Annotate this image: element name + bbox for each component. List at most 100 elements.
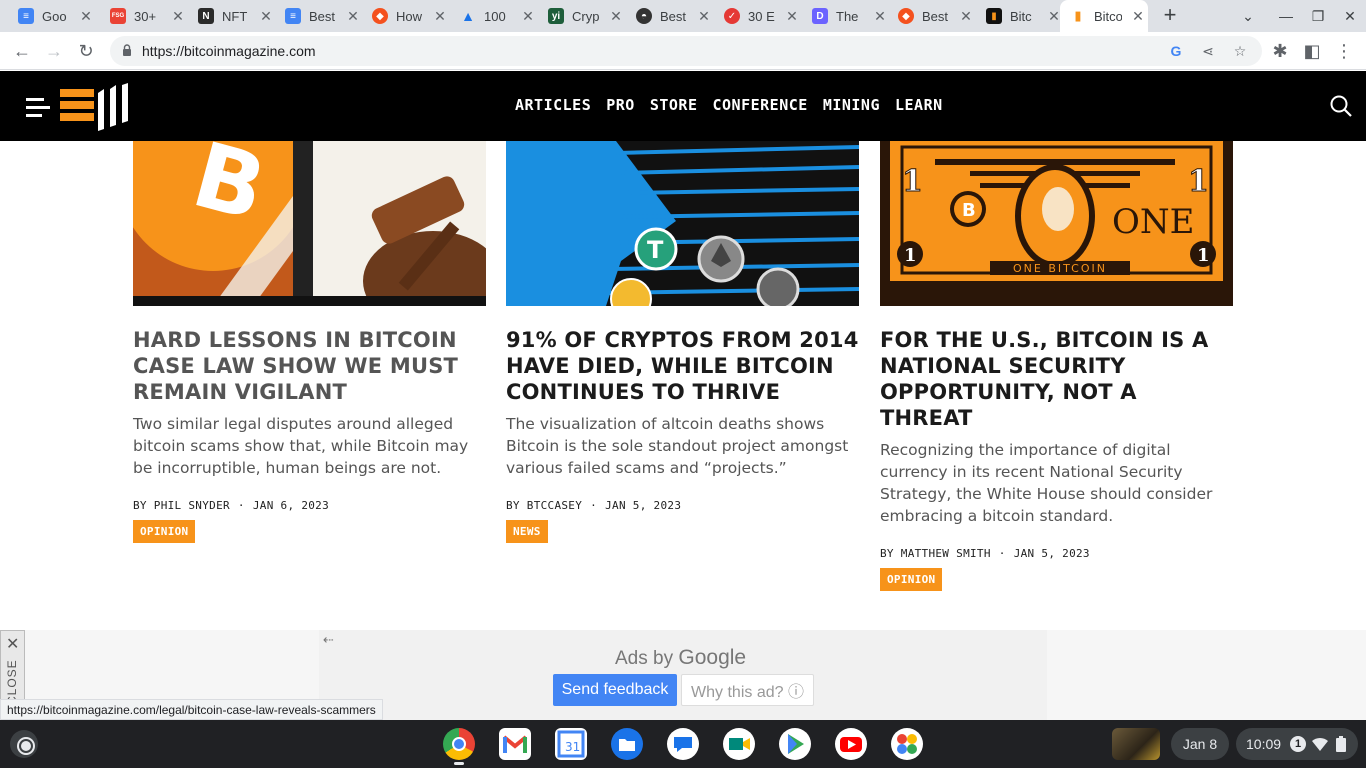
article-image[interactable]: B xyxy=(133,141,486,306)
browser-tab[interactable]: yi Cryp ✕ xyxy=(538,0,626,32)
browser-tab[interactable]: N NFT ✕ xyxy=(188,0,276,32)
tab-search-icon[interactable]: ⌄ xyxy=(1238,6,1258,26)
browser-tab[interactable]: ✓ 30 E ✕ xyxy=(714,0,802,32)
tab-title: Best xyxy=(309,8,336,24)
nav-articles[interactable]: ARTICLES xyxy=(515,96,591,114)
forward-icon[interactable]: → xyxy=(43,40,65,62)
category-badge[interactable]: OPINION xyxy=(880,568,943,591)
category-badge[interactable]: NEWS xyxy=(506,520,548,543)
back-icon[interactable]: ← xyxy=(11,40,33,62)
nav-learn[interactable]: LEARN xyxy=(895,96,943,114)
close-window-icon[interactable]: ✕ xyxy=(1340,6,1360,26)
ad-frame: ⇠ Ads by Google Send feedback Why this a… xyxy=(319,630,1047,720)
article-image[interactable]: 1 1 B ONE 1 1 ONE BITCOIN xyxy=(880,141,1233,306)
ad-close-tab[interactable]: ✕ CLOSE xyxy=(0,630,25,705)
google-wordmark: Google xyxy=(678,646,747,669)
browser-tab[interactable]: D The ✕ xyxy=(802,0,890,32)
browser-tab[interactable]: FSG 30+ ✕ xyxy=(100,0,188,32)
hamburger-menu-icon[interactable] xyxy=(26,98,50,117)
browser-tab[interactable]: ▲ 100 ✕ xyxy=(450,0,538,32)
calendar-icon[interactable]: 31 xyxy=(555,728,587,760)
bitcoin-magazine-logo[interactable] xyxy=(60,83,130,131)
article-excerpt: The visualization of altcoin deaths show… xyxy=(506,415,849,477)
article-title[interactable]: 91% OF CRYPTOS FROM 2014 HAVE DIED, WHIL… xyxy=(506,327,859,405)
holding-space-thumbnail[interactable] xyxy=(1112,728,1160,760)
share-icon[interactable]: ⋖ xyxy=(1200,43,1216,59)
youtube-icon[interactable] xyxy=(835,728,867,760)
article-title[interactable]: FOR THE U.S., BITCOIN IS A NATIONAL SECU… xyxy=(880,327,1233,431)
address-bar[interactable]: https://bitcoinmagazine.com G ⋖ ☆ xyxy=(110,36,1262,66)
close-icon[interactable]: ✕ xyxy=(520,8,536,25)
tab-title: 30+ xyxy=(134,8,157,24)
launcher-icon[interactable] xyxy=(10,730,38,758)
browser-tab[interactable]: ▮ Bitc ✕ xyxy=(976,0,1064,32)
tab-title: Goo xyxy=(42,8,67,24)
system-tray[interactable]: 10:09 1 xyxy=(1236,728,1358,760)
browser-tab[interactable]: ◆ How ✕ xyxy=(362,0,450,32)
article-author[interactable]: BY BTCCASEY xyxy=(506,499,582,512)
category-badge[interactable]: OPINION xyxy=(133,520,196,543)
close-icon[interactable]: ✕ xyxy=(696,8,712,25)
minimize-icon[interactable]: — xyxy=(1276,6,1296,26)
browser-tab[interactable]: ≡ Best ✕ xyxy=(275,0,363,32)
close-icon[interactable]: ✕ xyxy=(258,8,274,25)
lock-icon[interactable] xyxy=(122,44,132,56)
files-icon[interactable] xyxy=(611,728,643,760)
article-card[interactable]: 1 1 B ONE 1 1 ONE BITCOIN FOR THE U.S., … xyxy=(880,141,1233,591)
close-icon[interactable]: ✕ xyxy=(78,8,94,25)
restore-icon[interactable]: ❐ xyxy=(1308,6,1328,26)
meet-icon[interactable] xyxy=(723,728,755,760)
send-feedback-button[interactable]: Send feedback xyxy=(553,674,677,706)
why-this-ad-button[interactable]: Why this ad? ⓘ xyxy=(681,674,814,706)
article-card[interactable]: T 91% OF CRYPTOS FROM 2014 HAVE DIED, WH… xyxy=(506,141,859,543)
close-icon[interactable]: ✕ xyxy=(784,8,800,25)
browser-tab-active[interactable]: ▮ Bitco ✕ xyxy=(1060,0,1148,32)
extensions-icon[interactable]: ✱ xyxy=(1269,40,1291,62)
wifi-icon xyxy=(1312,737,1328,751)
article-excerpt: Recognizing the importance of digital cu… xyxy=(880,441,1213,525)
close-icon[interactable]: ✕ xyxy=(872,8,888,25)
analytics-icon: ▲ xyxy=(461,8,475,24)
browser-tab[interactable]: ◆ Best ✕ xyxy=(888,0,976,32)
search-icon[interactable] xyxy=(1330,95,1352,117)
nav-store[interactable]: STORE xyxy=(650,96,698,114)
close-icon[interactable]: ✕ xyxy=(345,8,361,25)
nav-mining[interactable]: MINING xyxy=(823,96,880,114)
tab-title: The xyxy=(836,8,859,24)
site-header: ARTICLES PRO STORE CONFERENCE MINING LEA… xyxy=(0,71,1366,141)
browser-tab[interactable]: ◓ Best ✕ xyxy=(626,0,714,32)
link-status-bubble: https://bitcoinmagazine.com/legal/bitcoi… xyxy=(0,699,383,720)
ad-back-arrow-icon[interactable]: ⇠ xyxy=(323,632,334,648)
play-store-icon[interactable] xyxy=(779,728,811,760)
nav-pro[interactable]: PRO xyxy=(606,96,635,114)
photos-icon[interactable] xyxy=(891,728,923,760)
flame-icon: ◆ xyxy=(372,8,388,24)
article-title[interactable]: HARD LESSONS IN BITCOIN CASE LAW SHOW WE… xyxy=(133,327,486,405)
url-text[interactable]: https://bitcoinmagazine.com xyxy=(142,43,316,59)
article-image[interactable]: T xyxy=(506,141,859,306)
bookmark-star-icon[interactable]: ☆ xyxy=(1232,43,1248,59)
new-tab-icon[interactable]: + xyxy=(1158,4,1182,28)
menu-kebab-icon[interactable]: ⋮ xyxy=(1333,40,1355,62)
article-author[interactable]: BY PHIL SNYDER xyxy=(133,499,230,512)
gmail-icon[interactable] xyxy=(499,728,531,760)
close-icon[interactable]: ✕ xyxy=(1130,8,1146,25)
reload-icon[interactable]: ↻ xyxy=(75,40,97,62)
close-icon[interactable]: ✕ xyxy=(432,8,448,25)
side-panel-icon[interactable]: ◧ xyxy=(1301,40,1323,62)
date-tray[interactable]: Jan 8 xyxy=(1171,728,1229,760)
close-icon[interactable]: ✕ xyxy=(608,8,624,25)
google-icon[interactable]: G xyxy=(1168,43,1184,59)
chrome-icon[interactable] xyxy=(443,728,475,760)
messages-icon[interactable] xyxy=(667,728,699,760)
google-docs-icon: ≡ xyxy=(18,8,34,24)
nav-conference[interactable]: CONFERENCE xyxy=(713,96,808,114)
article-excerpt: Two similar legal disputes around allege… xyxy=(133,415,469,477)
close-icon[interactable]: ✕ xyxy=(6,637,19,653)
yi-icon: yi xyxy=(548,8,564,24)
close-icon[interactable]: ✕ xyxy=(170,8,186,25)
browser-tab[interactable]: ≡ Goo ✕ xyxy=(8,0,96,32)
article-author[interactable]: BY MATTHEW SMITH xyxy=(880,547,991,560)
article-card[interactable]: B HARD LESSONS IN BITCOIN CASE LAW SHOW … xyxy=(133,141,486,543)
close-icon[interactable]: ✕ xyxy=(958,8,974,25)
